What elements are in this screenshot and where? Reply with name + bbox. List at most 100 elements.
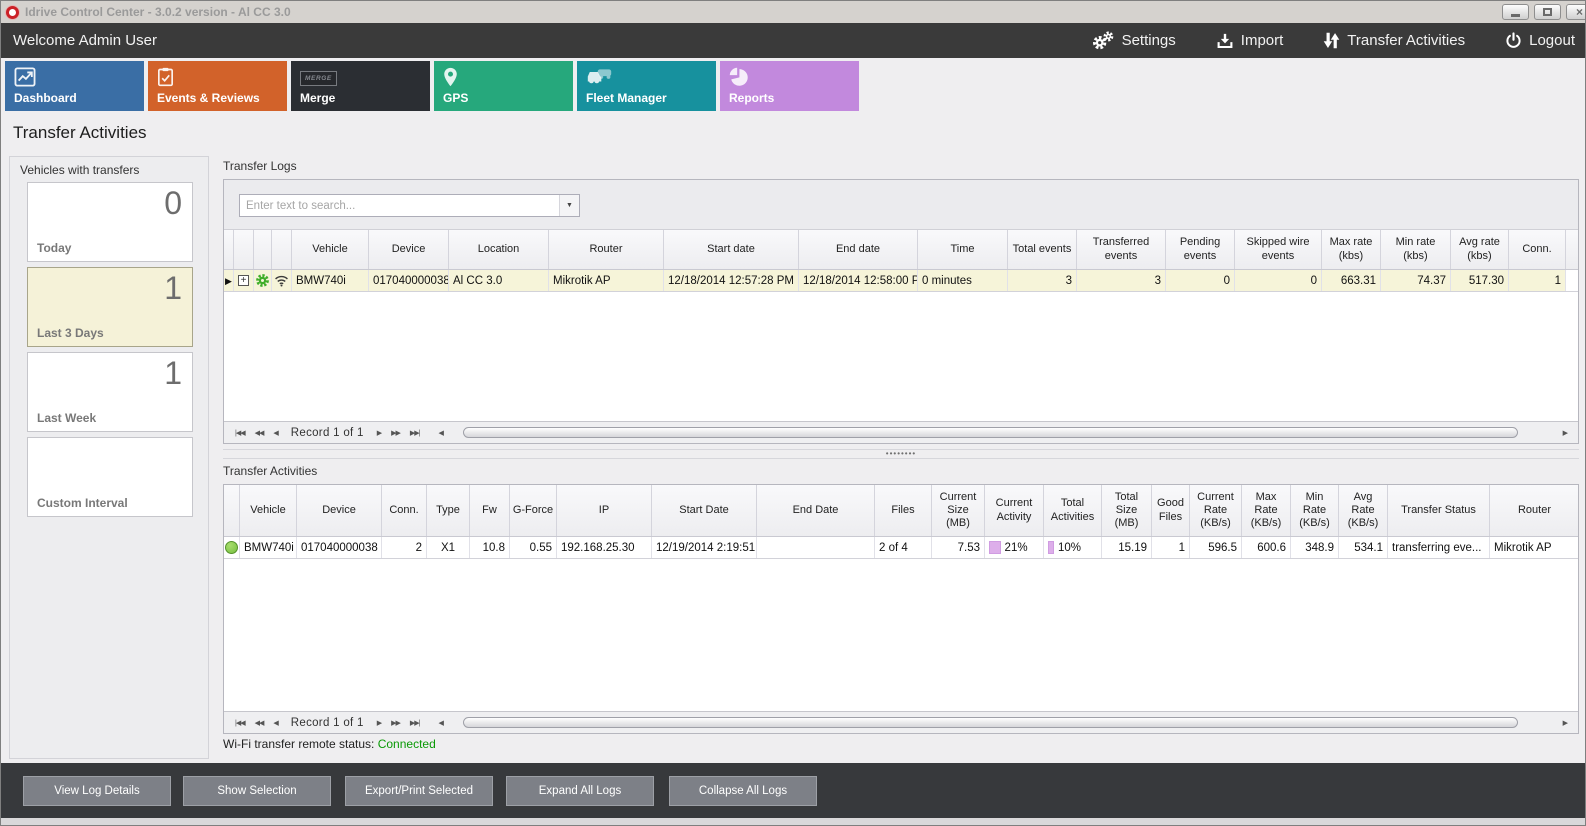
column-header[interactable]: Total Size (MB) — [1102, 485, 1152, 536]
column-header[interactable]: Min rate (kbs) — [1381, 230, 1451, 269]
row-arrow-icon: ▶ — [225, 271, 232, 291]
column-header[interactable]: Vehicle — [292, 230, 369, 269]
card-value: 1 — [164, 270, 182, 307]
welcome-text: Welcome Admin User — [13, 32, 157, 49]
column-header[interactable]: End Date — [757, 485, 875, 536]
prev-page-button[interactable]: ◀◀ — [255, 719, 264, 727]
last-record-button[interactable]: ▶▶| — [410, 719, 420, 727]
column-header[interactable] — [224, 230, 234, 269]
column-header[interactable]: Current Activity — [985, 485, 1044, 536]
column-header[interactable]: Avg rate (kbs) — [1451, 230, 1509, 269]
column-header[interactable]: Current Rate (KB/s) — [1190, 485, 1242, 536]
clipboard-check-icon — [157, 67, 174, 87]
expand-all-logs-button[interactable]: Expand All Logs — [506, 776, 654, 806]
close-icon[interactable]: × — [1566, 4, 1586, 20]
window-title: Idrive Control Center - 3.0.2 version - … — [25, 5, 291, 19]
card-last-3-days[interactable]: 1 Last 3 Days — [27, 267, 193, 347]
prev-record-button[interactable]: ◀ — [273, 719, 277, 727]
card-custom-interval[interactable]: Custom Interval — [27, 437, 193, 517]
first-record-button[interactable]: |◀◀ — [235, 719, 245, 727]
tab-reports[interactable]: Reports — [720, 61, 859, 111]
chevron-down-icon[interactable]: ▼ — [559, 195, 579, 216]
table-cell — [272, 270, 292, 291]
column-header[interactable]: Avg Rate (KB/s) — [1339, 485, 1388, 536]
column-header[interactable]: Min Rate (KB/s) — [1291, 485, 1339, 536]
column-header[interactable] — [224, 485, 240, 536]
column-header[interactable]: Files — [875, 485, 932, 536]
tab-events-reviews[interactable]: Events & Reviews — [148, 61, 287, 111]
next-record-button[interactable]: ▶ — [377, 719, 381, 727]
view-log-details-button[interactable]: View Log Details — [23, 776, 171, 806]
prev-record-button[interactable]: ◀ — [273, 429, 277, 437]
column-header[interactable]: Transferred events — [1077, 230, 1166, 269]
horizontal-scrollbar[interactable] — [462, 426, 1550, 440]
tab-gps[interactable]: GPS — [434, 61, 573, 111]
column-header[interactable]: Conn. — [1509, 230, 1566, 269]
column-header[interactable]: G-Force — [510, 485, 557, 536]
column-header[interactable]: Good Files — [1152, 485, 1190, 536]
column-header[interactable]: IP — [557, 485, 652, 536]
column-header[interactable]: Router — [1490, 485, 1578, 536]
column-header[interactable]: Fw — [470, 485, 510, 536]
search-input[interactable] — [240, 195, 559, 216]
column-header[interactable]: Transfer Status — [1388, 485, 1490, 536]
next-record-button[interactable]: ▶ — [377, 429, 381, 437]
column-header[interactable]: Skipped wire events — [1235, 230, 1322, 269]
expand-icon[interactable]: + — [238, 275, 249, 286]
column-header[interactable] — [234, 230, 254, 269]
column-header[interactable]: End date — [799, 230, 918, 269]
column-header[interactable]: Location — [449, 230, 549, 269]
logout-button[interactable]: Logout — [1505, 32, 1575, 49]
column-header[interactable]: Device — [297, 485, 382, 536]
table-row[interactable]: BMW740i0170400000382X110.80.55192.168.25… — [224, 537, 1578, 559]
card-last-week[interactable]: 1 Last Week — [27, 352, 193, 432]
show-selection-button[interactable]: Show Selection — [183, 776, 331, 806]
column-header[interactable]: Max rate (kbs) — [1322, 230, 1381, 269]
column-header[interactable]: Time — [918, 230, 1008, 269]
card-today[interactable]: 0 Today — [27, 182, 193, 262]
next-page-button[interactable]: ▶▶ — [391, 719, 400, 727]
scroll-right-icon[interactable]: ▶ — [1563, 429, 1567, 437]
scroll-right-icon[interactable]: ▶ — [1563, 719, 1567, 727]
scroll-left-icon[interactable]: ◀ — [438, 429, 442, 437]
column-header[interactable]: Vehicle — [240, 485, 297, 536]
column-header[interactable]: Max Rate (KB/s) — [1242, 485, 1291, 536]
collapse-all-logs-button[interactable]: Collapse All Logs — [669, 776, 817, 806]
tab-fleet-manager[interactable]: Fleet Manager — [577, 61, 716, 111]
panel-splitter[interactable]: •••••••• — [223, 449, 1579, 459]
column-header[interactable]: Start Date — [652, 485, 757, 536]
column-header[interactable] — [272, 230, 292, 269]
column-header[interactable]: Pending events — [1166, 230, 1235, 269]
column-header[interactable]: Conn. — [382, 485, 427, 536]
table-row[interactable]: ▶+BMW740i017040000038Al CC 3.0Mikrotik A… — [224, 270, 1578, 292]
settings-button[interactable]: Settings — [1091, 31, 1176, 51]
column-header[interactable]: Router — [549, 230, 664, 269]
table-cell: 15.19 — [1102, 537, 1152, 558]
settings-label: Settings — [1122, 32, 1176, 49]
minimize-icon[interactable] — [1502, 4, 1529, 20]
horizontal-scrollbar[interactable] — [462, 716, 1550, 730]
record-counter: Record 1 of 1 — [291, 427, 364, 439]
title-bar: Idrive Control Center - 3.0.2 version - … — [1, 1, 1585, 23]
prev-page-button[interactable]: ◀◀ — [255, 429, 264, 437]
column-header[interactable]: Type — [427, 485, 470, 536]
column-header[interactable]: Total Activities — [1044, 485, 1102, 536]
column-header[interactable]: Current Size (MB) — [932, 485, 985, 536]
column-header[interactable] — [254, 230, 272, 269]
maximize-icon[interactable] — [1534, 4, 1561, 20]
scrollbar-thumb[interactable] — [463, 717, 1518, 728]
export-print-selected-button[interactable]: Export/Print Selected — [345, 776, 493, 806]
column-header[interactable]: Total events — [1008, 230, 1077, 269]
table-cell: 017040000038 — [297, 537, 382, 558]
tab-merge[interactable]: MERGE Merge — [291, 61, 430, 111]
scroll-left-icon[interactable]: ◀ — [438, 719, 442, 727]
first-record-button[interactable]: |◀◀ — [235, 429, 245, 437]
transfer-activities-button[interactable]: Transfer Activities — [1323, 31, 1465, 50]
tab-dashboard[interactable]: Dashboard — [5, 61, 144, 111]
last-record-button[interactable]: ▶▶| — [410, 429, 420, 437]
column-header[interactable]: Start date — [664, 230, 799, 269]
import-button[interactable]: Import — [1216, 32, 1284, 50]
next-page-button[interactable]: ▶▶ — [391, 429, 400, 437]
column-header[interactable]: Device — [369, 230, 449, 269]
scrollbar-thumb[interactable] — [463, 427, 1518, 438]
